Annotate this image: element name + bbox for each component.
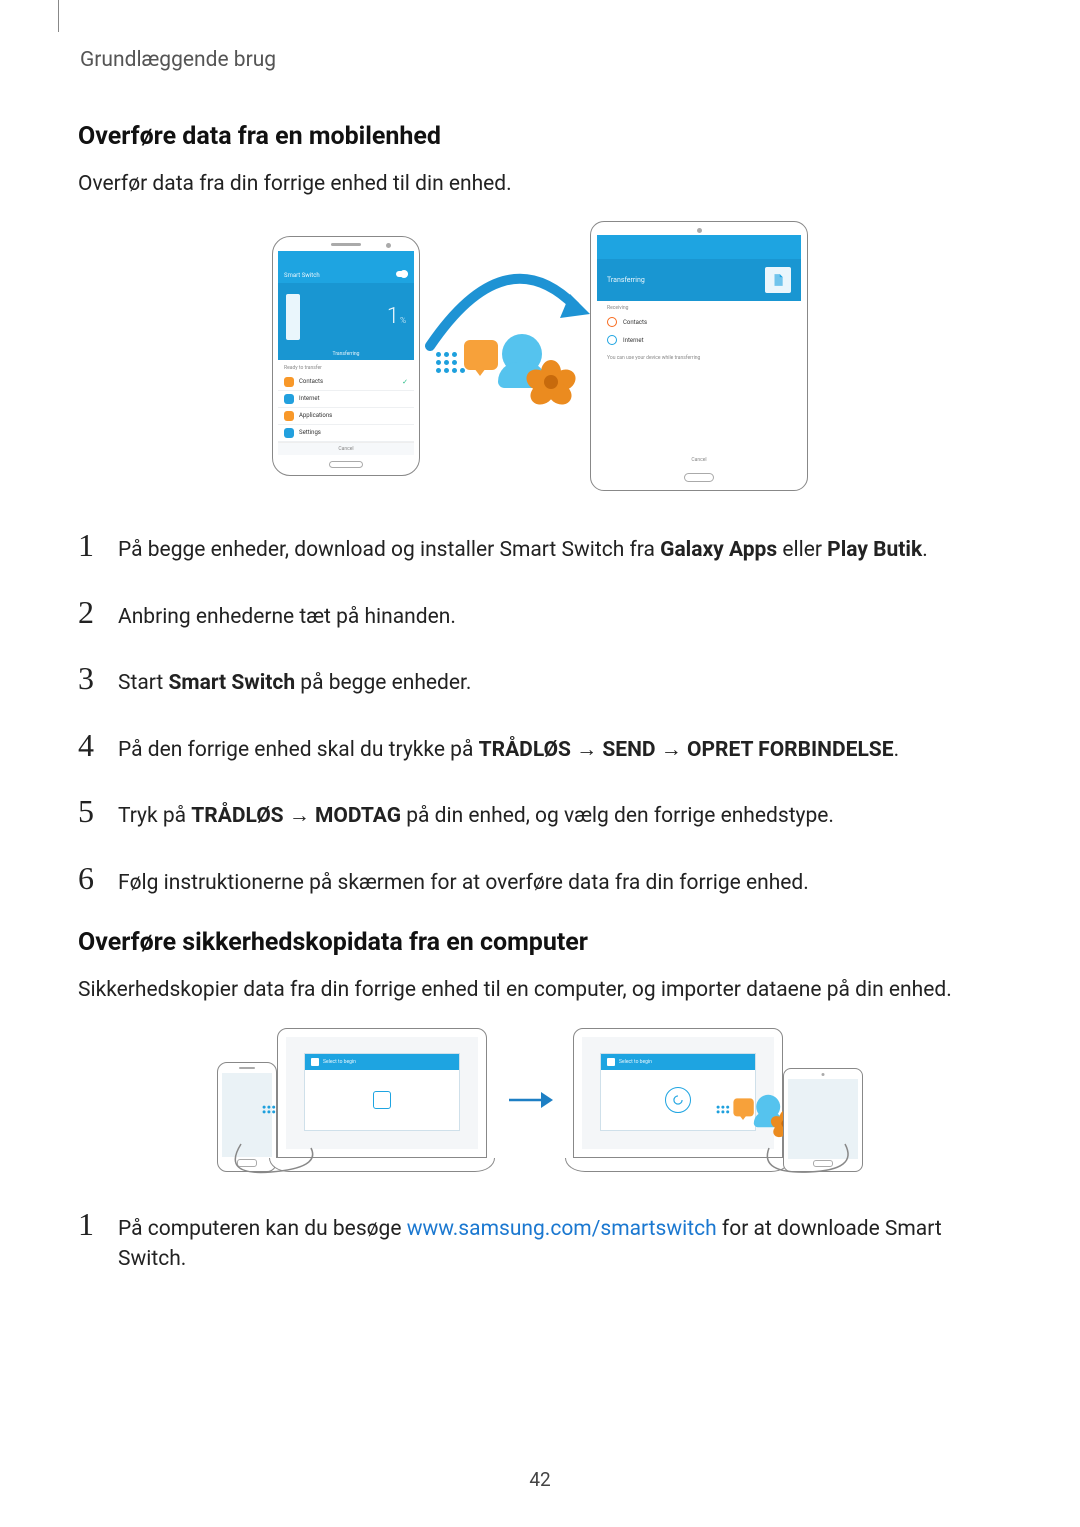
illustration-transfer-cluster	[430, 286, 580, 426]
phone-app-title: Smart Switch	[284, 272, 320, 279]
sync-icon	[665, 1087, 691, 1113]
device-icon	[373, 1091, 391, 1109]
step-text: Anbring enhederne tæt på hinanden.	[118, 602, 456, 632]
arrow-right-icon	[505, 1088, 555, 1112]
step-text: Tryk på TRÅDLØS → MODTAG på din enhed, o…	[118, 801, 834, 831]
steps-list-computer: 1 På computeren kan du besøge www.samsun…	[78, 1208, 1002, 1275]
page-content: Grundlæggende brug Overføre data fra en …	[0, 0, 1080, 1344]
header-divider	[58, 0, 59, 32]
dots-grid-icon	[717, 1105, 730, 1115]
step-number: 1	[78, 1208, 118, 1240]
step-item: 4 På den forrige enhed skal du trykke på…	[78, 729, 1002, 765]
section-intro-computer: Sikkerhedskopier data fra din forrige en…	[78, 975, 1002, 1005]
step-number: 2	[78, 596, 118, 628]
section-heading-mobile: Overføre data fra en mobilenhed	[78, 122, 1002, 151]
section-heading-computer: Overføre sikkerhedskopidata fra en compu…	[78, 928, 1002, 957]
dots-grid-icon	[436, 352, 465, 376]
document-icon	[765, 267, 791, 293]
illustration-phone-to-laptop: Select to begin	[217, 1028, 487, 1172]
tablet-footer: Cancel	[597, 453, 801, 467]
step-number: 3	[78, 662, 118, 694]
figure-transfer-mobile: Smart Switch 1% Transferring Ready to tr…	[78, 221, 1002, 491]
home-button-icon	[684, 473, 714, 482]
list-item: Internet	[278, 391, 414, 408]
step-text: På begge enheder, download og installer …	[118, 535, 928, 565]
step-item: 5 Tryk på TRÅDLØS → MODTAG på din enhed,…	[78, 795, 1002, 831]
list-item: Internet	[597, 331, 801, 349]
breadcrumb: Grundlæggende brug	[78, 48, 1002, 72]
illustration-phone: Smart Switch 1% Transferring Ready to tr…	[272, 236, 420, 476]
app-bar-label: Select to begin	[619, 1059, 652, 1065]
figure-transfer-computer: Select to begin Sele	[78, 1028, 1002, 1172]
progress-percent: 1%	[386, 304, 406, 329]
step-text: På den forrige enhed skal du trykke på T…	[118, 735, 899, 765]
tablet-body-note: You can use your device while transferri…	[597, 349, 801, 453]
speech-bubble-icon	[733, 1098, 753, 1116]
progress-bar-icon	[286, 294, 300, 340]
phone-status-label: Transferring	[278, 351, 414, 360]
settings-icon	[284, 428, 294, 438]
contacts-icon	[607, 317, 617, 327]
flower-icon	[528, 360, 574, 406]
internet-icon	[284, 394, 294, 404]
page-number: 42	[0, 1468, 1080, 1491]
tablet-subheader: Receiving	[597, 301, 801, 313]
internet-icon	[607, 335, 617, 345]
phone-footer: Cancel	[278, 442, 414, 455]
illustration-laptop: Select to begin	[277, 1028, 487, 1172]
step-item: 3 Start Smart Switch på begge enheder.	[78, 662, 1002, 698]
step-number: 4	[78, 729, 118, 761]
illustration-small-tablet	[783, 1068, 863, 1172]
applications-icon	[284, 411, 294, 421]
step-item: 1 På computeren kan du besøge www.samsun…	[78, 1208, 1002, 1275]
step-text: Følg instruktionerne på skærmen for at o…	[118, 868, 809, 898]
step-text: Start Smart Switch på begge enheder.	[118, 668, 471, 698]
step-item: 2 Anbring enhederne tæt på hinanden.	[78, 596, 1002, 632]
contacts-icon	[284, 377, 294, 387]
step-item: 1 På begge enheder, download og installe…	[78, 529, 1002, 565]
link-smartswitch[interactable]: www.samsung.com/smartswitch	[407, 1217, 717, 1241]
list-item: Applications	[278, 408, 414, 425]
check-icon: ✓	[402, 378, 408, 386]
step-number: 6	[78, 862, 118, 894]
toggle-icon	[396, 271, 408, 277]
app-bar-label: Select to begin	[323, 1059, 356, 1065]
list-item: Contacts✓	[278, 374, 414, 391]
step-item: 6 Følg instruktionerne på skærmen for at…	[78, 862, 1002, 898]
list-item: Contacts	[597, 313, 801, 331]
speech-bubble-icon	[464, 340, 498, 370]
dots-grid-icon	[263, 1105, 276, 1115]
list-header: Ready to transfer	[278, 360, 414, 374]
step-text: På computeren kan du besøge www.samsung.…	[118, 1214, 1002, 1275]
app-logo-icon	[311, 1058, 319, 1066]
home-button-icon	[329, 461, 363, 469]
illustration-tablet: Transferring Receiving Contacts Internet…	[590, 221, 808, 491]
step-number: 5	[78, 795, 118, 827]
illustration-laptop-to-tablet: Select to begin	[573, 1028, 863, 1172]
app-logo-icon	[607, 1058, 615, 1066]
section-intro-mobile: Overfør data fra din forrige enhed til d…	[78, 169, 1002, 199]
list-item: Settings	[278, 425, 414, 442]
tablet-status-label: Transferring	[607, 276, 645, 284]
step-number: 1	[78, 529, 118, 561]
steps-list-mobile: 1 På begge enheder, download og installe…	[78, 529, 1002, 898]
